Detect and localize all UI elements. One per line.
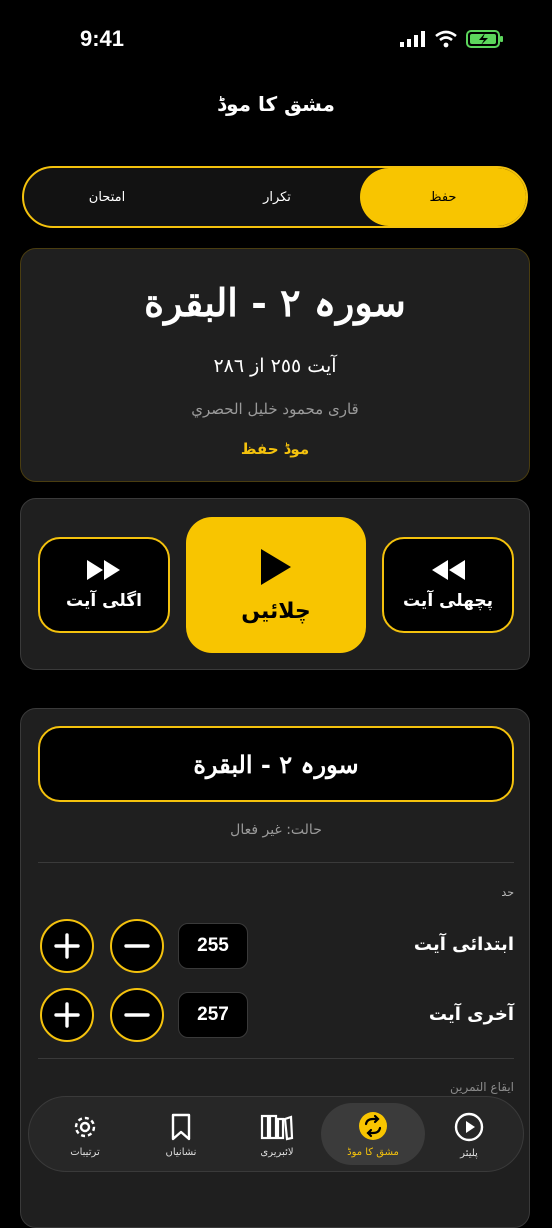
tab-bookmarks[interactable]: نشانیاں: [133, 1097, 229, 1173]
tab-player-label: پلیئر: [460, 1147, 478, 1159]
range-section-label: حد: [501, 886, 514, 899]
start-ayah-label: ابتدائی آیت: [413, 934, 514, 955]
next-ayah-button[interactable]: اگلی آیت: [38, 537, 170, 633]
surah-title: سورہ ٢ - البقرة: [144, 280, 406, 325]
next-ayah-label: اگلی آیت: [66, 591, 142, 611]
tab-settings[interactable]: ترتیبات: [37, 1097, 133, 1173]
plus-icon: [54, 1002, 80, 1028]
segment-memorize[interactable]: حفظ: [360, 168, 526, 226]
end-decrement-button[interactable]: [110, 988, 164, 1042]
plus-icon: [54, 933, 80, 959]
mode-segmented-control: امتحان تکرار حفظ: [22, 166, 528, 228]
segment-exam[interactable]: امتحان: [24, 168, 190, 226]
play-label: چلائیں: [241, 598, 311, 624]
repeat-icon: [359, 1111, 387, 1140]
battery-icon: [466, 30, 503, 48]
play-icon: [261, 548, 291, 585]
ayah-position: آیت ٢٥٥ از ٢٨٦: [213, 355, 337, 377]
rewind-icon: [432, 560, 465, 580]
end-ayah-label: آخری آیت: [428, 1004, 514, 1025]
end-ayah-value[interactable]: 257: [178, 992, 248, 1038]
divider: [38, 1058, 514, 1059]
minus-icon: [124, 944, 150, 948]
segment-repeat[interactable]: تکرار: [194, 168, 360, 226]
status-time: 9:41: [80, 26, 125, 51]
library-icon: [260, 1114, 294, 1140]
tab-bookmarks-label: نشانیاں: [165, 1146, 197, 1158]
divider: [38, 862, 514, 863]
minus-icon: [124, 1013, 150, 1017]
tab-player[interactable]: پلیئر: [421, 1097, 517, 1173]
previous-ayah-button[interactable]: پچھلی آیت: [382, 537, 514, 633]
forward-icon: [87, 560, 120, 580]
range-surah-selector[interactable]: سورہ ٢ - البقرة: [38, 726, 514, 802]
range-status: حالت: غیر فعال: [230, 822, 322, 838]
tab-settings-label: ترتیبات: [70, 1146, 100, 1158]
tab-practice-label: مشق کا موڈ: [347, 1146, 399, 1158]
mode-label: موڈ حفظ: [240, 440, 310, 458]
range-surah-label: سورہ ٢ - البقرة: [193, 749, 359, 779]
tab-practice-mode[interactable]: مشق کا موڈ: [321, 1103, 425, 1165]
page-title: مشق کا موڈ: [217, 92, 335, 116]
qari-name: قاری محمود خلیل الحصري: [191, 400, 359, 418]
status-icons: [400, 30, 504, 48]
wifi-icon: [435, 30, 457, 48]
start-decrement-button[interactable]: [110, 919, 164, 973]
previous-ayah-label: پچھلی آیت: [402, 591, 494, 611]
bookmark-icon: [171, 1113, 191, 1140]
start-ayah-value[interactable]: 255: [178, 923, 248, 969]
end-increment-button[interactable]: [40, 988, 94, 1042]
signal-icon: [400, 31, 425, 47]
tab-bar: ترتیبات نشانیاں لائبریری مشق کا موڈ پلیئ…: [28, 1096, 524, 1172]
start-increment-button[interactable]: [40, 919, 94, 973]
play-button[interactable]: چلائیں: [186, 517, 366, 653]
gear-icon: [74, 1116, 96, 1137]
tab-library[interactable]: لائبریری: [229, 1097, 325, 1173]
play-circle-icon: [454, 1112, 484, 1141]
rhythm-section-label: ایقاع التمرین: [449, 1080, 514, 1094]
tab-library-label: لائبریری: [260, 1146, 294, 1158]
